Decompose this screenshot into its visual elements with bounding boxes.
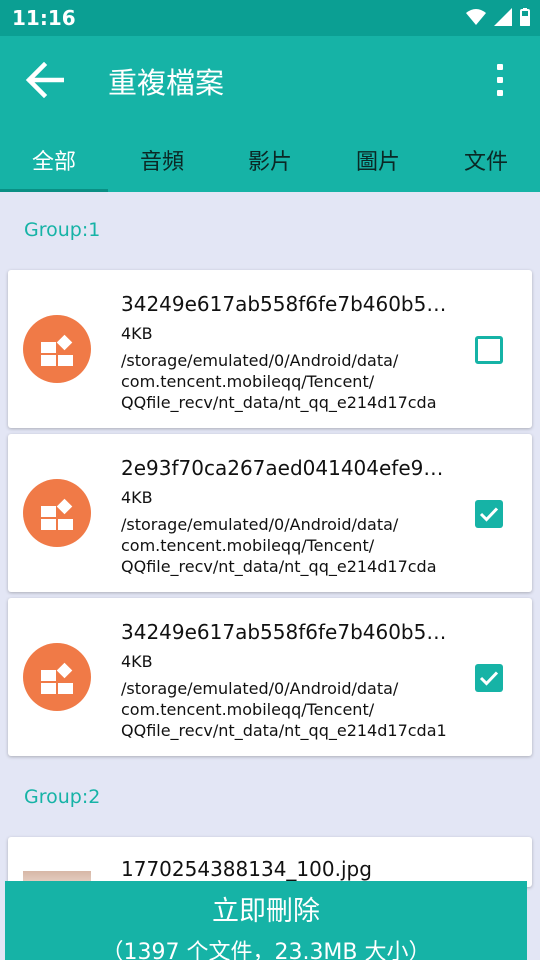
check-icon <box>479 671 499 686</box>
signal-icon <box>494 8 512 30</box>
delete-button-summary: （1397 个文件，23.3MB 大小） <box>101 940 431 960</box>
tab-all[interactable]: 全部 <box>0 136 108 192</box>
status-icons <box>466 8 530 30</box>
file-name: 1770254388134_100.jpg <box>121 857 372 881</box>
file-name: 2e93f70ca267aed041404efe9… <box>121 456 444 480</box>
wifi-icon <box>466 8 486 30</box>
tab-bar: 全部 音頻 影片 圖片 文件 <box>0 136 540 192</box>
file-name: 34249e617ab558f6fe7b460b5… <box>121 292 447 316</box>
file-name: 34249e617ab558f6fe7b460b5… <box>121 620 447 644</box>
status-time: 11:16 <box>12 6 76 30</box>
app-file-icon <box>23 643 91 711</box>
tab-indicator <box>0 189 108 192</box>
tab-audio[interactable]: 音頻 <box>108 136 216 192</box>
group-label: Group:1 <box>24 219 101 241</box>
select-checkbox[interactable] <box>475 336 503 364</box>
file-card[interactable]: 2e93f70ca267aed041404efe9… 4KB /storage/… <box>8 434 532 592</box>
check-icon <box>479 507 499 522</box>
arrow-left-icon <box>25 62 64 98</box>
select-checkbox[interactable] <box>475 664 503 692</box>
file-path: /storage/emulated/0/Android/data/ com.te… <box>121 351 437 412</box>
more-vertical-icon[interactable] <box>488 60 512 100</box>
tab-documents[interactable]: 文件 <box>432 136 540 192</box>
file-path: /storage/emulated/0/Android/data/ com.te… <box>121 515 437 576</box>
status-bar: 11:16 <box>0 0 540 36</box>
app-file-icon <box>23 479 91 547</box>
back-button[interactable] <box>20 58 68 102</box>
tab-images[interactable]: 圖片 <box>324 136 432 192</box>
file-card[interactable]: 1770254388134_100.jpg <box>8 837 532 891</box>
page-title: 重複檔案 <box>108 66 225 100</box>
select-checkbox[interactable] <box>475 500 503 528</box>
battery-icon <box>520 8 530 30</box>
file-size: 4KB <box>121 652 153 671</box>
group-label: Group:2 <box>24 786 101 808</box>
file-card[interactable]: 34249e617ab558f6fe7b460b5… 4KB /storage/… <box>8 598 532 756</box>
delete-button-label: 立即刪除 <box>212 896 320 927</box>
tab-video[interactable]: 影片 <box>216 136 324 192</box>
file-size: 4KB <box>121 488 153 507</box>
file-card[interactable]: 34249e617ab558f6fe7b460b5… 4KB /storage/… <box>8 270 532 428</box>
app-bar: 重複檔案 全部 音頻 影片 圖片 文件 <box>0 36 540 192</box>
delete-now-button[interactable]: 立即刪除 （1397 个文件，23.3MB 大小） <box>5 881 527 960</box>
file-size: 4KB <box>121 324 153 343</box>
file-path: /storage/emulated/0/Android/data/ com.te… <box>121 679 447 740</box>
app-file-icon <box>23 315 91 383</box>
